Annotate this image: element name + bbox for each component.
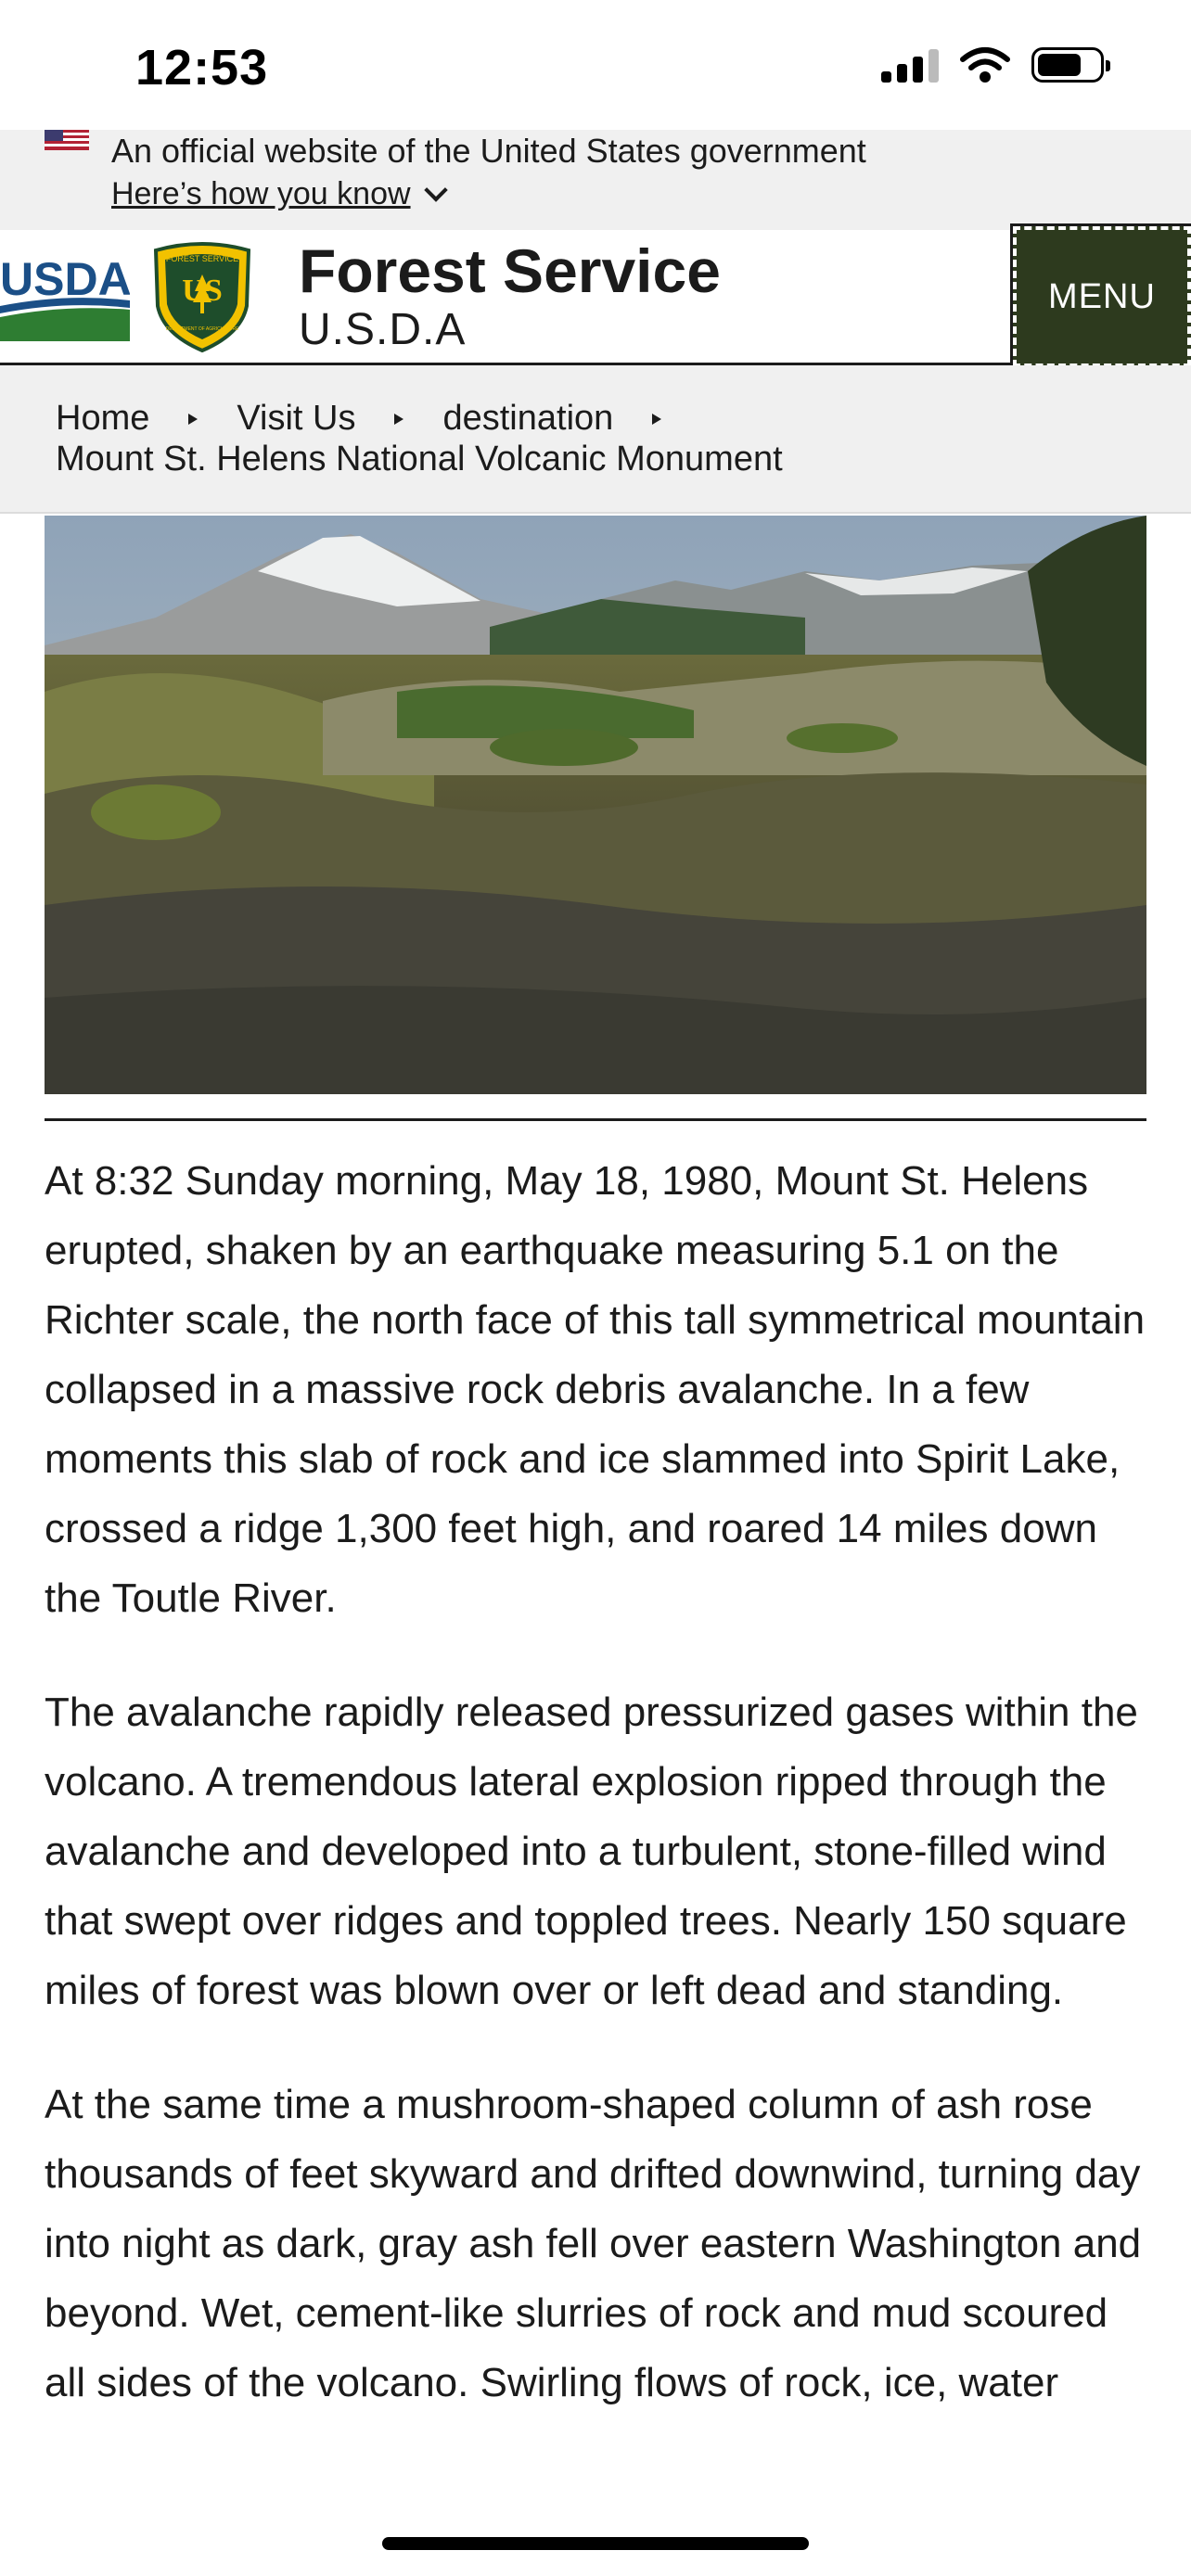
breadcrumb-current: Mount St. Helens National Volcanic Monum… — [56, 440, 783, 478]
status-bar: 12:53 — [0, 0, 1191, 130]
site-header: USDA FOREST SERVICE US DEPARTMENT OF AGR… — [0, 223, 1191, 370]
content-divider — [45, 1118, 1146, 1121]
breadcrumb-destination[interactable]: destination — [442, 399, 613, 439]
article-paragraph: At 8:32 Sunday morning, May 18, 1980, Mo… — [45, 1158, 1146, 1621]
status-time: 12:53 — [135, 40, 269, 96]
article-body: At 8:32 Sunday morning, May 18, 1980, Mo… — [45, 1146, 1148, 2462]
breadcrumb-visit-us[interactable]: Visit Us — [237, 399, 355, 439]
breadcrumb-separator-icon — [652, 413, 662, 425]
hero-image — [45, 516, 1146, 1094]
chevron-down-icon — [423, 177, 448, 202]
menu-button[interactable]: MENU — [1010, 223, 1191, 370]
us-flag-icon — [45, 130, 89, 150]
battery-icon — [1031, 47, 1110, 83]
breadcrumb-separator-icon — [188, 413, 198, 425]
usda-logo[interactable]: USDA — [0, 249, 130, 341]
site-subtitle: U.S.D.A — [299, 305, 467, 354]
gov-banner-text: An official website of the United States… — [111, 132, 866, 170]
site-title[interactable]: Forest Service — [299, 236, 721, 306]
status-icons — [881, 46, 1110, 83]
how-you-know-label: Here’s how you know — [111, 176, 411, 211]
forest-service-shield-logo[interactable]: FOREST SERVICE US DEPARTMENT OF AGRICULT… — [148, 241, 256, 354]
breadcrumb-home[interactable]: Home — [56, 399, 149, 439]
cellular-signal-icon — [881, 47, 939, 83]
breadcrumb-separator-icon — [394, 413, 404, 425]
article-paragraph: The avalanche rapidly released pressuriz… — [45, 1690, 1138, 2013]
breadcrumb: Home Visit Us destination Mount St. Hele… — [0, 365, 1191, 514]
article-paragraph: At the same time a mushroom-shaped colum… — [45, 2082, 1142, 2405]
shield-top-text: FOREST SERVICE — [166, 254, 238, 263]
breadcrumb-links: Home Visit Us destination — [56, 399, 700, 439]
shield-bottom-text: DEPARTMENT OF AGRICULTURE — [166, 326, 239, 332]
gov-banner: An official website of the United States… — [0, 130, 1191, 230]
usda-logo-text: USDA — [0, 253, 130, 305]
home-indicator[interactable] — [382, 2537, 809, 2550]
wifi-icon — [960, 47, 1010, 83]
how-you-know-link[interactable]: Here’s how you know — [111, 176, 448, 212]
